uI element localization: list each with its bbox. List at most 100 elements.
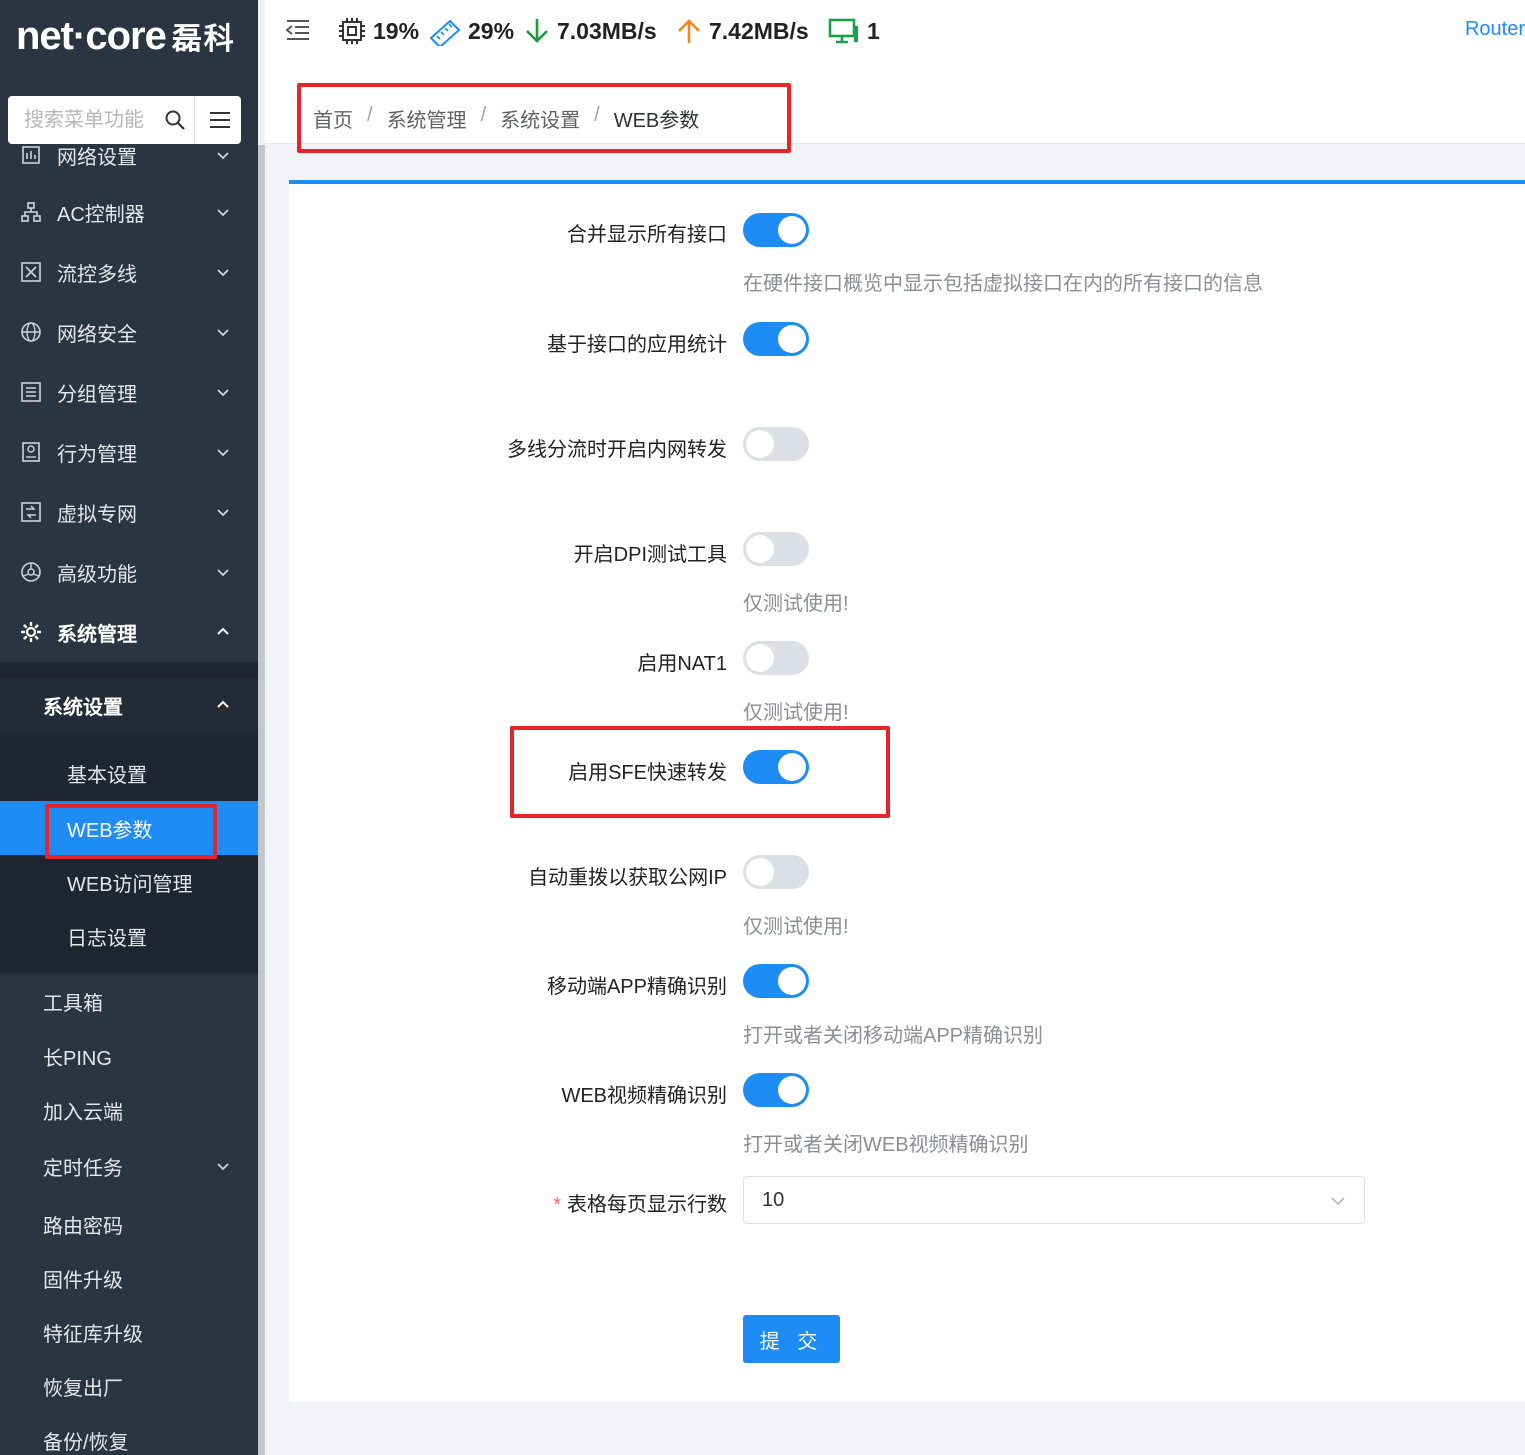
sidebar-item-web-access[interactable]: WEB访问管理 <box>0 855 258 909</box>
sidebar-item-scheduled-tasks[interactable]: 定时任务 <box>0 1139 258 1193</box>
breadcrumb-separator: / <box>367 104 373 126</box>
sidebar-item-label: 网络安全 <box>57 323 137 346</box>
sidebar-item-flow-control[interactable]: 流控多线 <box>0 242 258 302</box>
sidebar-item-security[interactable]: 网络安全 <box>0 302 258 362</box>
hint-auto-redial: 仅测试使用! <box>743 916 849 938</box>
toggle-lan-forward[interactable] <box>743 427 809 461</box>
label-nat1: 启用NAT1 <box>637 653 727 675</box>
toggle-mobile-app-recognition[interactable] <box>743 964 809 998</box>
toggle-auto-redial[interactable] <box>743 855 809 889</box>
chevron-down-icon <box>217 449 229 457</box>
arrow-up-icon <box>678 19 700 43</box>
sidebar-item-router-password[interactable]: 路由密码 <box>0 1197 258 1251</box>
cpu-icon <box>339 18 365 44</box>
memory-value: 29% <box>468 17 515 44</box>
chevron-down-icon <box>217 509 229 517</box>
label-merge-interfaces: 合并显示所有接口 <box>567 224 727 246</box>
sidebar-item-label: WEB访问管理 <box>67 873 193 896</box>
toggle-nat1[interactable] <box>743 641 809 675</box>
download-speed: 7.03MB/s <box>523 14 657 48</box>
toggle-knob <box>746 858 774 886</box>
top-header: 19% 29% 7.03MB/s 7.42MB/s 1 Router <box>265 0 1525 78</box>
toggle-knob <box>746 535 774 563</box>
sidebar-item-label: WEB参数 <box>67 819 153 842</box>
sidebar: net·core 磊科 网络设置 AC控制器 流控多线 网络安全 分组管理 行为… <box>0 0 258 1455</box>
sidebar-item-vpn[interactable]: 虚拟专网 <box>0 482 258 542</box>
search-divider <box>194 96 195 144</box>
toggle-interface-app-stats[interactable] <box>743 322 809 356</box>
label-mobile-app-recognition: 移动端APP精确识别 <box>546 976 727 998</box>
sidebar-item-join-cloud[interactable]: 加入云端 <box>0 1083 258 1137</box>
submenu-system-settings[interactable]: 系统设置 <box>0 677 258 733</box>
toggle-sfe-fast-forward[interactable] <box>743 750 809 784</box>
sidebar-item-label: 定时任务 <box>43 1157 123 1180</box>
sidebar-item-group[interactable]: 分组管理 <box>0 362 258 422</box>
list-icon <box>21 382 41 402</box>
hint-mobile-app-recognition: 打开或者关闭移动端APP精确识别 <box>743 1025 1044 1047</box>
chevron-down-icon <box>217 1163 229 1171</box>
sidebar-item-web-params[interactable]: WEB参数 <box>0 801 258 855</box>
globe-icon <box>21 322 41 342</box>
sidebar-item-label: 恢复出厂 <box>43 1377 123 1400</box>
sidebar-item-long-ping[interactable]: 长PING <box>0 1029 258 1083</box>
chevron-down-icon <box>217 389 229 397</box>
sidebar-item-ac-controller[interactable]: AC控制器 <box>0 182 258 242</box>
cpu-usage: 19% <box>337 14 419 48</box>
hint-nat1: 仅测试使用! <box>743 702 849 724</box>
sidebar-item-factory-reset[interactable]: 恢复出厂 <box>0 1359 258 1413</box>
advanced-icon <box>21 562 41 582</box>
collapse-menu-icon[interactable] <box>285 18 311 42</box>
hint-web-video-recognition: 打开或者关闭WEB视频精确识别 <box>743 1134 1029 1156</box>
breadcrumb-home[interactable]: 首页 <box>313 104 353 133</box>
chevron-down-icon <box>217 569 229 577</box>
label-lan-forward: 多线分流时开启内网转发 <box>507 439 727 461</box>
sidebar-scrollbar[interactable] <box>258 145 265 1455</box>
rows-per-page-label-text: 表格每页显示行数 <box>567 1194 727 1216</box>
sidebar-item-label: AC控制器 <box>57 203 145 226</box>
sidebar-item-behavior[interactable]: 行为管理 <box>0 422 258 482</box>
upload-value: 7.42MB/s <box>709 17 809 44</box>
hint-merge-interfaces: 在硬件接口概览中显示包括虚拟接口在内的所有接口的信息 <box>743 273 1263 295</box>
toggle-dpi-test[interactable] <box>743 532 809 566</box>
sidebar-item-advanced[interactable]: 高级功能 <box>0 542 258 602</box>
search-icon[interactable] <box>164 109 186 131</box>
label-rows-per-page: * 表格每页显示行数 <box>553 1188 727 1217</box>
sidebar-item-label: 工具箱 <box>43 992 103 1015</box>
topology-icon <box>21 202 41 222</box>
behavior-icon <box>22 442 40 462</box>
breadcrumb-system-mgmt[interactable]: 系统管理 <box>387 104 467 133</box>
search-input[interactable] <box>24 108 164 132</box>
flow-icon <box>21 262 41 282</box>
breadcrumb-system-settings[interactable]: 系统设置 <box>500 104 580 133</box>
sidebar-item-label: 流控多线 <box>57 263 137 286</box>
breadcrumb-bar: 首页 / 系统管理 / 系统设置 / WEB参数 <box>265 78 1525 144</box>
sidebar-item-signature-upgrade[interactable]: 特征库升级 <box>0 1305 258 1359</box>
sidebar-item-label: 加入云端 <box>43 1101 123 1124</box>
chevron-down-icon <box>217 329 229 337</box>
toggle-knob <box>778 967 806 995</box>
chevron-down-icon <box>217 152 229 160</box>
memory-usage: 29% <box>428 14 514 48</box>
sidebar-item-toolbox[interactable]: 工具箱 <box>0 974 258 1028</box>
breadcrumb-current: WEB参数 <box>613 110 700 132</box>
rows-per-page-select[interactable]: 10 <box>743 1176 1365 1224</box>
sidebar-item-label: 虚拟专网 <box>57 503 137 526</box>
sidebar-item-firmware-upgrade[interactable]: 固件升级 <box>0 1251 258 1305</box>
toggle-knob <box>778 753 806 781</box>
sidebar-item-system[interactable]: 系统管理 <box>0 602 258 662</box>
submit-button[interactable]: 提 交 <box>743 1315 840 1363</box>
network-icon <box>22 146 40 164</box>
hamburger-menu-icon[interactable] <box>208 108 232 132</box>
label-auto-redial: 自动重拨以获取公网IP <box>528 867 727 889</box>
sidebar-item-label: 基本设置 <box>67 764 147 787</box>
toggle-web-video-recognition[interactable] <box>743 1073 809 1107</box>
toggle-knob <box>778 216 806 244</box>
memory-icon <box>429 19 461 46</box>
sidebar-item-basic-settings[interactable]: 基本设置 <box>0 746 258 800</box>
router-link[interactable]: Router <box>1465 18 1525 41</box>
submenu-header-label: 系统设置 <box>43 696 123 719</box>
monitor-icon <box>828 18 858 44</box>
sidebar-item-backup-restore[interactable]: 备份/恢复 <box>0 1413 258 1455</box>
toggle-merge-interfaces[interactable] <box>743 213 809 247</box>
sidebar-item-log-settings[interactable]: 日志设置 <box>0 909 258 963</box>
